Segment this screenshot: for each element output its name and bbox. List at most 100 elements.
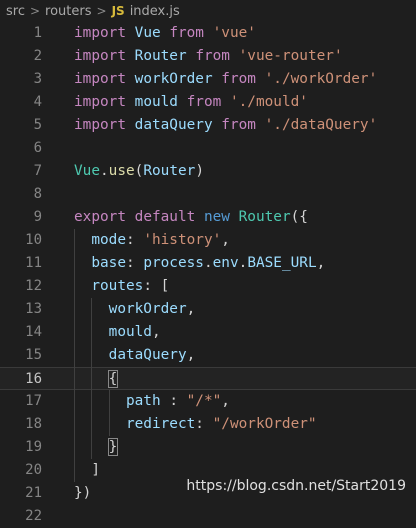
code-token: ) — [195, 163, 204, 179]
code-token: ({ — [290, 209, 308, 225]
code-token: './mould' — [229, 94, 308, 110]
code-line[interactable]: 2 import Router from 'vue-router' — [0, 45, 416, 68]
code-editor[interactable]: 1 import Vue from 'vue' 2 import Router fro… — [0, 22, 416, 524]
code-line[interactable]: 3 import workOrder from './workOrder' — [0, 68, 416, 91]
code-line[interactable]: 7 Vue.use(Router) — [0, 160, 416, 183]
code-token: from — [221, 117, 265, 133]
breadcrumb-item-src[interactable]: src — [6, 4, 25, 19]
code-line[interactable]: 6 — [0, 137, 416, 160]
line-number: 5 — [33, 117, 42, 133]
code-text: import mould from './mould' — [74, 91, 308, 114]
code-token: BASE_URL — [247, 255, 317, 271]
code-token: } — [107, 438, 119, 456]
code-text: }) — [74, 482, 91, 505]
code-token: path — [74, 393, 170, 409]
line-number: 11 — [25, 255, 42, 271]
code-text: import Vue from 'vue' — [74, 22, 256, 45]
code-token: workOrder — [134, 71, 222, 87]
code-token: base — [74, 255, 126, 271]
code-line[interactable]: 9 export default new Router({ — [0, 206, 416, 229]
code-token: from — [169, 25, 213, 41]
code-token: 'history' — [143, 232, 222, 248]
code-token: , — [221, 232, 230, 248]
code-token: : [ — [143, 278, 170, 294]
line-number: 7 — [33, 163, 42, 179]
code-token: . — [238, 255, 248, 271]
code-token: . — [100, 163, 109, 179]
line-number: 19 — [25, 439, 42, 455]
line-number: 18 — [25, 416, 42, 432]
code-token: : — [125, 232, 144, 248]
code-line[interactable]: 1 import Vue from 'vue' — [0, 22, 416, 45]
code-token: dataQuery — [134, 117, 222, 133]
code-line[interactable]: 5 import dataQuery from './dataQuery' — [0, 114, 416, 137]
code-line[interactable]: 4 import mould from './mould' — [0, 91, 416, 114]
code-line[interactable]: 17 path : "/*", — [0, 390, 416, 413]
line-number: 2 — [33, 48, 42, 64]
code-token: 'vue' — [212, 25, 256, 41]
code-token: import — [74, 94, 135, 110]
line-number: 3 — [33, 71, 42, 87]
code-token: process — [143, 255, 204, 271]
code-text: workOrder, — [74, 298, 196, 321]
line-number: 22 — [25, 508, 42, 524]
code-token: { — [107, 370, 119, 388]
code-text: export default new Router({ — [74, 206, 308, 229]
code-token: from — [195, 48, 239, 64]
code-token: Router — [238, 209, 291, 225]
code-token: routes — [74, 278, 144, 294]
code-token: import — [74, 71, 135, 87]
code-token: mould — [134, 94, 187, 110]
line-number: 10 — [25, 232, 42, 248]
code-text: Vue.use(Router) — [74, 160, 204, 183]
code-text: ] — [74, 459, 100, 482]
code-token: './dataQuery' — [264, 117, 378, 133]
breadcrumb: src > routers > JS index.js — [0, 0, 416, 22]
breadcrumb-item-file[interactable]: index.js — [130, 4, 180, 19]
line-number: 17 — [25, 393, 42, 409]
code-line[interactable]: 14 mould, — [0, 321, 416, 344]
indent-guide — [74, 229, 75, 482]
code-token: import — [74, 48, 135, 64]
code-token: : — [195, 416, 213, 432]
code-token: mode — [74, 232, 126, 248]
code-token: : — [169, 393, 187, 409]
code-token: }) — [74, 485, 92, 501]
code-token: ] — [74, 462, 100, 478]
line-number: 1 — [33, 25, 42, 41]
code-line[interactable]: 15 dataQuery, — [0, 344, 416, 367]
code-line[interactable]: 8 — [0, 183, 416, 206]
code-token: './workOrder' — [264, 71, 378, 87]
line-number: 21 — [25, 485, 42, 501]
code-token: use — [108, 163, 135, 179]
code-line[interactable]: 19 } — [0, 436, 416, 459]
line-number: 20 — [25, 462, 42, 478]
code-token: Router — [134, 48, 196, 64]
code-token: 'vue-router' — [238, 48, 343, 64]
breadcrumb-item-routers[interactable]: routers — [45, 4, 91, 19]
code-line[interactable]: 16 { — [0, 367, 416, 390]
code-text: import workOrder from './workOrder' — [74, 68, 377, 91]
code-token: Router — [143, 163, 196, 179]
code-text: import dataQuery from './dataQuery' — [74, 114, 377, 137]
code-token: from — [186, 94, 230, 110]
code-line[interactable]: 12 routes: [ — [0, 275, 416, 298]
line-number: 16 — [25, 371, 42, 387]
line-number: 12 — [25, 278, 42, 294]
code-token: "/workOrder" — [212, 416, 317, 432]
indent-guide — [91, 298, 92, 459]
code-token: redirect — [74, 416, 196, 432]
line-number: 14 — [25, 324, 42, 340]
code-token: "/*" — [186, 393, 222, 409]
code-text: path : "/*", — [74, 390, 230, 413]
code-line[interactable]: 22 — [0, 505, 416, 528]
code-text: mode: 'history', — [74, 229, 230, 252]
code-line[interactable]: 13 workOrder, — [0, 298, 416, 321]
code-line[interactable]: 11 base: process.env.BASE_URL, — [0, 252, 416, 275]
code-token: default — [134, 209, 204, 225]
code-line[interactable]: 10 mode: 'history', — [0, 229, 416, 252]
indent-guide — [109, 390, 110, 436]
code-line[interactable]: 18 redirect: "/workOrder" — [0, 413, 416, 436]
code-token: Vue — [134, 25, 170, 41]
code-token: , — [186, 347, 196, 363]
